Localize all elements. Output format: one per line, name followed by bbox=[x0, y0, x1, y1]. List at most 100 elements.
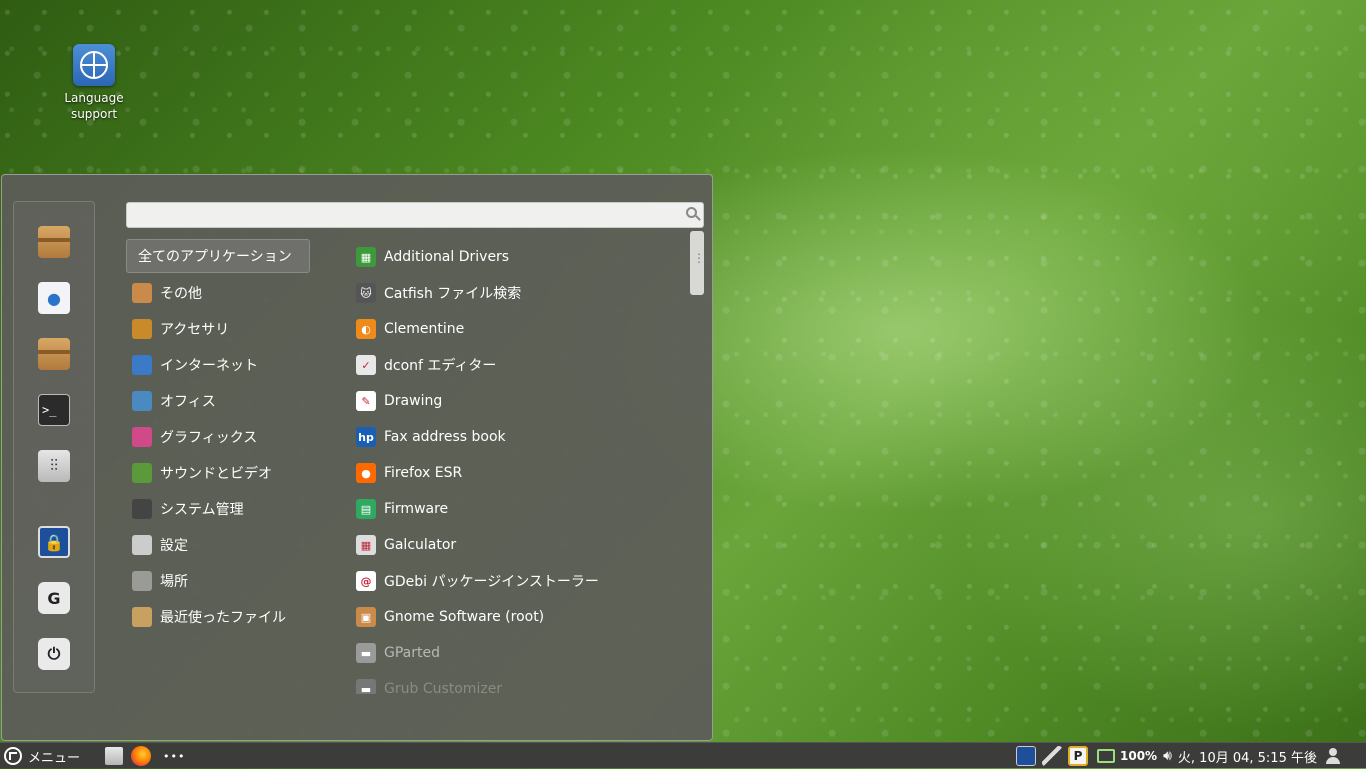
category-label: 設定 bbox=[160, 538, 188, 554]
app-item[interactable]: ▤ Firmware bbox=[356, 491, 686, 527]
category-label: 最近使ったファイル bbox=[160, 610, 286, 626]
clock[interactable]: 火, 10月 04, 5:15 午後 bbox=[1178, 747, 1317, 766]
app-label: Clementine bbox=[384, 321, 465, 337]
category-label: 場所 bbox=[160, 574, 188, 590]
launcher-files[interactable] bbox=[105, 743, 123, 769]
accessories-icon bbox=[132, 319, 152, 339]
firmware-icon: ▤ bbox=[356, 499, 376, 519]
app-label: dconf エディター bbox=[384, 358, 497, 374]
terminal-icon[interactable]: >_ bbox=[38, 394, 70, 426]
recent-files-icon bbox=[132, 607, 152, 627]
volume-icon[interactable]: 🔊︎ bbox=[1163, 748, 1172, 764]
category-item[interactable]: システム管理 bbox=[126, 491, 346, 527]
user-icon[interactable] bbox=[1325, 748, 1341, 764]
app-item[interactable]: ✎ Drawing bbox=[356, 383, 686, 419]
app-label: GDebi パッケージインストーラー bbox=[384, 574, 599, 590]
logout-icon[interactable]: G bbox=[38, 582, 70, 614]
category-item[interactable]: 場所 bbox=[126, 563, 346, 599]
app-label: Firmware bbox=[384, 501, 449, 517]
application-list: ▦ Additional Drivers 🐱 Catfish ファイル検索 ◐ Cleme… bbox=[356, 239, 686, 694]
app-item[interactable]: @ GDebi パッケージインストーラー bbox=[356, 563, 686, 599]
firefox-icon: ● bbox=[356, 463, 376, 483]
system-tray: P 100% 🔊︎ 火, 10月 04, 5:15 午後 bbox=[1013, 743, 1341, 769]
app-item[interactable]: ● Firefox ESR bbox=[356, 455, 686, 491]
settings-icon bbox=[132, 535, 152, 555]
software-icon: ▣ bbox=[356, 607, 376, 627]
package-install-icon[interactable] bbox=[38, 338, 70, 370]
battery-percent: 100% bbox=[1120, 749, 1158, 763]
category-label: グラフィックス bbox=[160, 430, 258, 446]
scrollbar[interactable] bbox=[690, 231, 705, 295]
graphics-icon bbox=[132, 427, 152, 447]
desktop-icon-language-support[interactable]: Language support bbox=[56, 44, 132, 122]
app-item[interactable]: ▦ Additional Drivers bbox=[356, 239, 686, 275]
category-item[interactable]: オフィス bbox=[126, 383, 346, 419]
gparted-icon: ▬ bbox=[356, 643, 376, 663]
category-item[interactable]: その他 bbox=[126, 275, 346, 311]
app-label: Firefox ESR bbox=[384, 465, 463, 481]
search-input[interactable] bbox=[127, 203, 703, 227]
app-label: Gnome Software (root) bbox=[384, 609, 545, 625]
taskbar: メニュー ••• P 100% 🔊︎ 火, 10月 04, 5:15 午後 bbox=[0, 742, 1366, 768]
category-label: オフィス bbox=[160, 394, 216, 410]
clementine-icon: ◐ bbox=[356, 319, 376, 339]
hp-icon: hp bbox=[356, 427, 376, 447]
launcher-firefox[interactable] bbox=[131, 743, 151, 769]
software-store-icon[interactable]: ● bbox=[38, 282, 70, 314]
category-label: 全てのアプリケーション bbox=[138, 249, 292, 265]
display-icon[interactable] bbox=[1016, 746, 1036, 766]
search-icon bbox=[686, 207, 697, 218]
category-list: 全てのアプリケーションその他アクセサリインターネット オフィスグラフィックスサウン… bbox=[126, 239, 346, 635]
catfish-icon: 🐱 bbox=[356, 283, 376, 303]
calculator-icon: ▦ bbox=[356, 535, 376, 555]
system-admin-icon bbox=[132, 499, 152, 519]
favorites-sidebar: ● >_ ⫶⫶ 🔒 G ⏻ bbox=[13, 201, 95, 693]
menu-button[interactable]: メニュー bbox=[4, 743, 80, 769]
category-item[interactable]: 全てのアプリケーション bbox=[126, 239, 310, 273]
app-item[interactable]: ◐ Clementine bbox=[356, 311, 686, 347]
package-manager-icon[interactable] bbox=[38, 226, 70, 258]
drawing-icon: ✎ bbox=[356, 391, 376, 411]
app-item[interactable]: ▬ GParted bbox=[356, 635, 686, 671]
app-label: Drawing bbox=[384, 393, 443, 409]
firefox-icon bbox=[131, 746, 151, 766]
category-item[interactable]: アクセサリ bbox=[126, 311, 346, 347]
settings-mixer-icon[interactable]: ⫶⫶ bbox=[38, 450, 70, 482]
app-item[interactable]: hp Fax address book bbox=[356, 419, 686, 455]
internet-icon bbox=[132, 355, 152, 375]
category-item[interactable]: インターネット bbox=[126, 347, 346, 383]
battery-icon[interactable] bbox=[1097, 749, 1115, 763]
parcellite-icon[interactable]: P bbox=[1068, 746, 1088, 766]
app-label: Grub Customizer bbox=[384, 681, 503, 694]
power-icon[interactable]: ⏻ bbox=[38, 638, 70, 670]
lock-screen-icon[interactable]: 🔒 bbox=[38, 526, 70, 558]
app-item[interactable]: 🐱 Catfish ファイル検索 bbox=[356, 275, 686, 311]
places-icon bbox=[132, 571, 152, 591]
category-label: インターネット bbox=[160, 358, 258, 374]
grub-icon: ▬ bbox=[356, 679, 376, 694]
category-item[interactable]: 設定 bbox=[126, 527, 346, 563]
category-label: アクセサリ bbox=[160, 322, 230, 338]
office-icon bbox=[132, 391, 152, 411]
file-manager-icon bbox=[105, 747, 123, 765]
category-item[interactable]: グラフィックス bbox=[126, 419, 346, 455]
category-item[interactable]: 最近使ったファイル bbox=[126, 599, 346, 635]
app-item[interactable]: ▬ Grub Customizer bbox=[356, 671, 686, 694]
dconf-icon: ✓ bbox=[356, 355, 376, 375]
app-item[interactable]: ▣ Gnome Software (root) bbox=[356, 599, 686, 635]
desktop-icon-label-line1: Language bbox=[64, 91, 124, 105]
app-label: Galculator bbox=[384, 537, 457, 553]
app-item[interactable]: ✓ dconf エディター bbox=[356, 347, 686, 383]
pen-icon[interactable] bbox=[1042, 746, 1062, 766]
app-label: Additional Drivers bbox=[384, 249, 510, 265]
other-icon bbox=[132, 283, 152, 303]
chip-icon: ▦ bbox=[356, 247, 376, 267]
app-item[interactable]: ▦ Galculator bbox=[356, 527, 686, 563]
app-label: Fax address book bbox=[384, 429, 506, 445]
menu-button-label: メニュー bbox=[28, 750, 81, 766]
app-label: Catfish ファイル検索 bbox=[384, 286, 522, 302]
search-box[interactable] bbox=[126, 202, 704, 228]
category-item[interactable]: サウンドとビデオ bbox=[126, 455, 346, 491]
more-launchers-button[interactable]: ••• bbox=[163, 743, 185, 769]
desktop-icon-label-line2: support bbox=[70, 107, 118, 121]
